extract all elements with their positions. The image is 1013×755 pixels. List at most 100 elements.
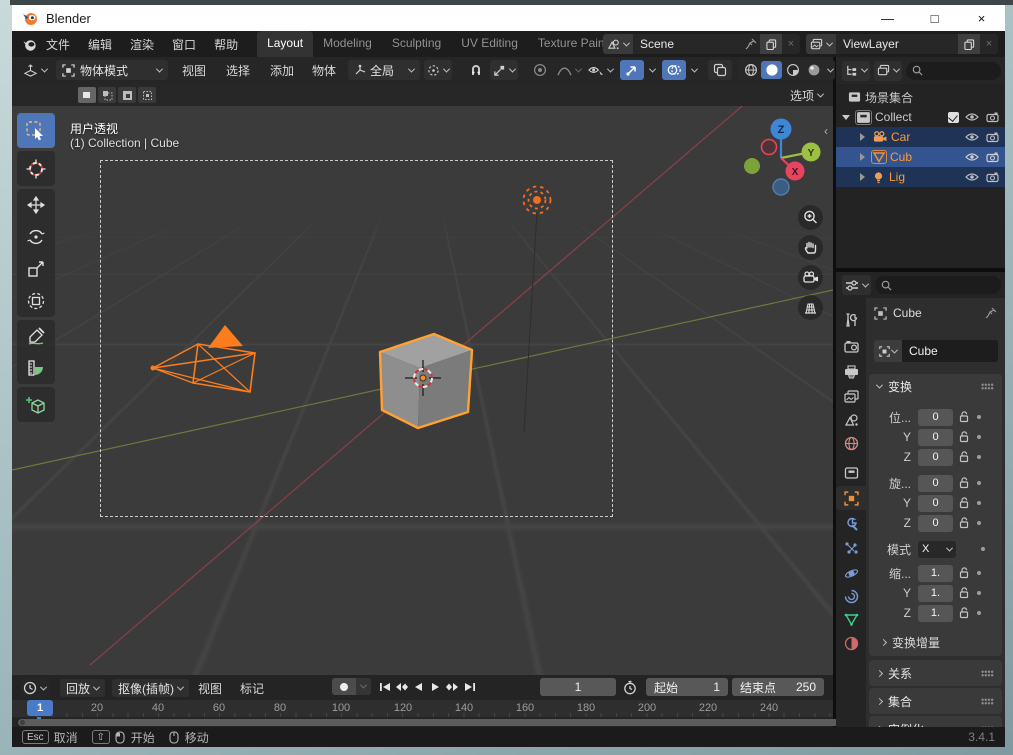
- eye-icon[interactable]: [965, 172, 979, 182]
- scene-name[interactable]: Scene: [633, 37, 745, 51]
- lock-open-icon[interactable]: [959, 497, 969, 509]
- camera-restrict-icon[interactable]: [986, 172, 999, 183]
- camera-restrict-icon[interactable]: [986, 132, 999, 143]
- scale-z-field[interactable]: 1.: [918, 604, 953, 622]
- lock-open-icon[interactable]: [959, 567, 969, 579]
- pin-icon[interactable]: [745, 38, 757, 50]
- shading-rendered-button[interactable]: [803, 61, 824, 79]
- camera-restrict-icon[interactable]: [986, 112, 999, 123]
- overlays-toggle[interactable]: [662, 60, 686, 80]
- keying-options-chevron[interactable]: [356, 678, 371, 695]
- tool-move[interactable]: [17, 189, 55, 221]
- panel-grip-icon[interactable]: [981, 697, 994, 705]
- tab-object[interactable]: [836, 486, 866, 510]
- camera-restrict-icon[interactable]: [986, 152, 999, 163]
- panel-grip-icon[interactable]: [981, 382, 994, 390]
- play-reverse-button[interactable]: [410, 678, 427, 695]
- outliner-row-light[interactable]: Lig: [836, 167, 1005, 187]
- eye-icon[interactable]: [965, 152, 979, 162]
- keyframe-dot[interactable]: [977, 415, 981, 419]
- cube-object[interactable]: [378, 332, 474, 430]
- stopwatch-icon[interactable]: [623, 680, 637, 695]
- instancing-panel[interactable]: 实例化: [869, 716, 1002, 727]
- perspective-toggle-button[interactable]: [798, 295, 823, 320]
- tab-view-layer[interactable]: [836, 385, 866, 409]
- lock-open-icon[interactable]: [959, 451, 969, 463]
- tool-measure[interactable]: [17, 352, 55, 384]
- play-button[interactable]: [427, 678, 444, 695]
- properties-editor-type-button[interactable]: [842, 275, 871, 295]
- tab-modeling[interactable]: Modeling: [313, 31, 382, 57]
- tab-world[interactable]: [836, 431, 866, 455]
- tab-render[interactable]: [836, 335, 866, 359]
- auto-keying-button[interactable]: [332, 678, 356, 695]
- frame-end-field[interactable]: 结束点 250: [732, 678, 824, 696]
- playhead[interactable]: 1: [27, 700, 53, 716]
- tab-scene[interactable]: [836, 408, 866, 432]
- timeline-editor-type-button[interactable]: [20, 678, 49, 698]
- axis-neg-y-ball[interactable]: [744, 158, 760, 174]
- eye-icon[interactable]: [965, 112, 979, 122]
- keyframe-dot[interactable]: [977, 455, 981, 459]
- outliner-row-camera[interactable]: Car: [836, 127, 1005, 147]
- axis-neg-z-ball[interactable]: [772, 178, 790, 196]
- tab-layout[interactable]: Layout: [257, 31, 314, 57]
- frame-start-field[interactable]: 起始 1: [646, 678, 728, 696]
- viewport-menu-view[interactable]: 视图: [182, 60, 206, 80]
- tool-select-box[interactable]: [17, 113, 55, 148]
- gizmos-toggle[interactable]: [620, 60, 644, 80]
- blender-menu-icon[interactable]: [22, 37, 37, 52]
- rotation-x-field[interactable]: 0: [918, 474, 953, 492]
- rotation-y-field[interactable]: 0: [918, 494, 953, 512]
- outliner-row-scene-collection[interactable]: 场景集合: [836, 87, 1005, 107]
- tab-constraints[interactable]: [836, 584, 866, 608]
- playback-menu[interactable]: 回放: [60, 679, 106, 697]
- transform-orientation-dropdown[interactable]: 全局: [348, 60, 420, 80]
- tab-physics[interactable]: [836, 561, 866, 585]
- tool-add-cube[interactable]: [17, 387, 55, 422]
- editor-type-button[interactable]: [20, 60, 50, 80]
- tool-scale[interactable]: [17, 253, 55, 285]
- new-scene-button[interactable]: [760, 34, 782, 54]
- scale-x-field[interactable]: 1.: [918, 564, 953, 582]
- viewport-menu-select[interactable]: 选择: [226, 60, 250, 80]
- tab-material[interactable]: [836, 631, 866, 655]
- view-layer-browse-button[interactable]: [806, 34, 836, 54]
- delta-transform-subpanel[interactable]: 变换增量: [869, 634, 1002, 651]
- keyframe-dot[interactable]: [977, 501, 981, 505]
- select-mode-subtract-button[interactable]: [118, 87, 136, 103]
- keyframe-dot[interactable]: [977, 481, 981, 485]
- axis-y-ball[interactable]: Y: [801, 142, 821, 162]
- timeline-menu-view[interactable]: 视图: [198, 678, 222, 698]
- collections-panel[interactable]: 集合: [869, 688, 1002, 714]
- menu-window[interactable]: 窗口: [163, 36, 205, 53]
- location-y-field[interactable]: 0: [918, 428, 953, 446]
- rotation-mode-dropdown[interactable]: X: [918, 540, 956, 558]
- pivot-point-button[interactable]: [424, 60, 452, 80]
- pin-icon[interactable]: [985, 307, 997, 319]
- timeline-menu-marker[interactable]: 标记: [240, 678, 264, 698]
- tool-options-dropdown[interactable]: 选项: [790, 87, 825, 104]
- outliner-search[interactable]: [906, 61, 1001, 80]
- object-name-field[interactable]: Cube: [902, 340, 998, 362]
- collapse-arrow-icon[interactable]: [860, 153, 865, 161]
- keyframe-dot[interactable]: [981, 547, 985, 551]
- shading-material-button[interactable]: [782, 61, 803, 79]
- object-id-button[interactable]: [874, 340, 902, 362]
- tab-particles[interactable]: [836, 536, 866, 560]
- snap-toggle[interactable]: [464, 60, 488, 80]
- keyframe-dot[interactable]: [977, 571, 981, 575]
- next-keyframe-button[interactable]: [444, 678, 461, 695]
- close-button[interactable]: ×: [958, 5, 1005, 31]
- collapse-arrow-icon[interactable]: [860, 173, 865, 181]
- select-mode-invert-button[interactable]: [138, 87, 156, 103]
- viewport-menu-add[interactable]: 添加: [270, 60, 294, 80]
- current-frame-field[interactable]: 1: [540, 678, 616, 696]
- shading-solid-button[interactable]: [761, 61, 782, 79]
- outliner-row-cube[interactable]: Cub: [836, 147, 1005, 167]
- mode-dropdown[interactable]: 物体模式: [56, 60, 168, 80]
- transform-panel-header[interactable]: 变换: [869, 374, 1002, 398]
- chevron-down-icon[interactable]: [826, 65, 835, 73]
- keyframe-dot[interactable]: [977, 435, 981, 439]
- keying-menu[interactable]: 抠像(插帧): [112, 679, 189, 697]
